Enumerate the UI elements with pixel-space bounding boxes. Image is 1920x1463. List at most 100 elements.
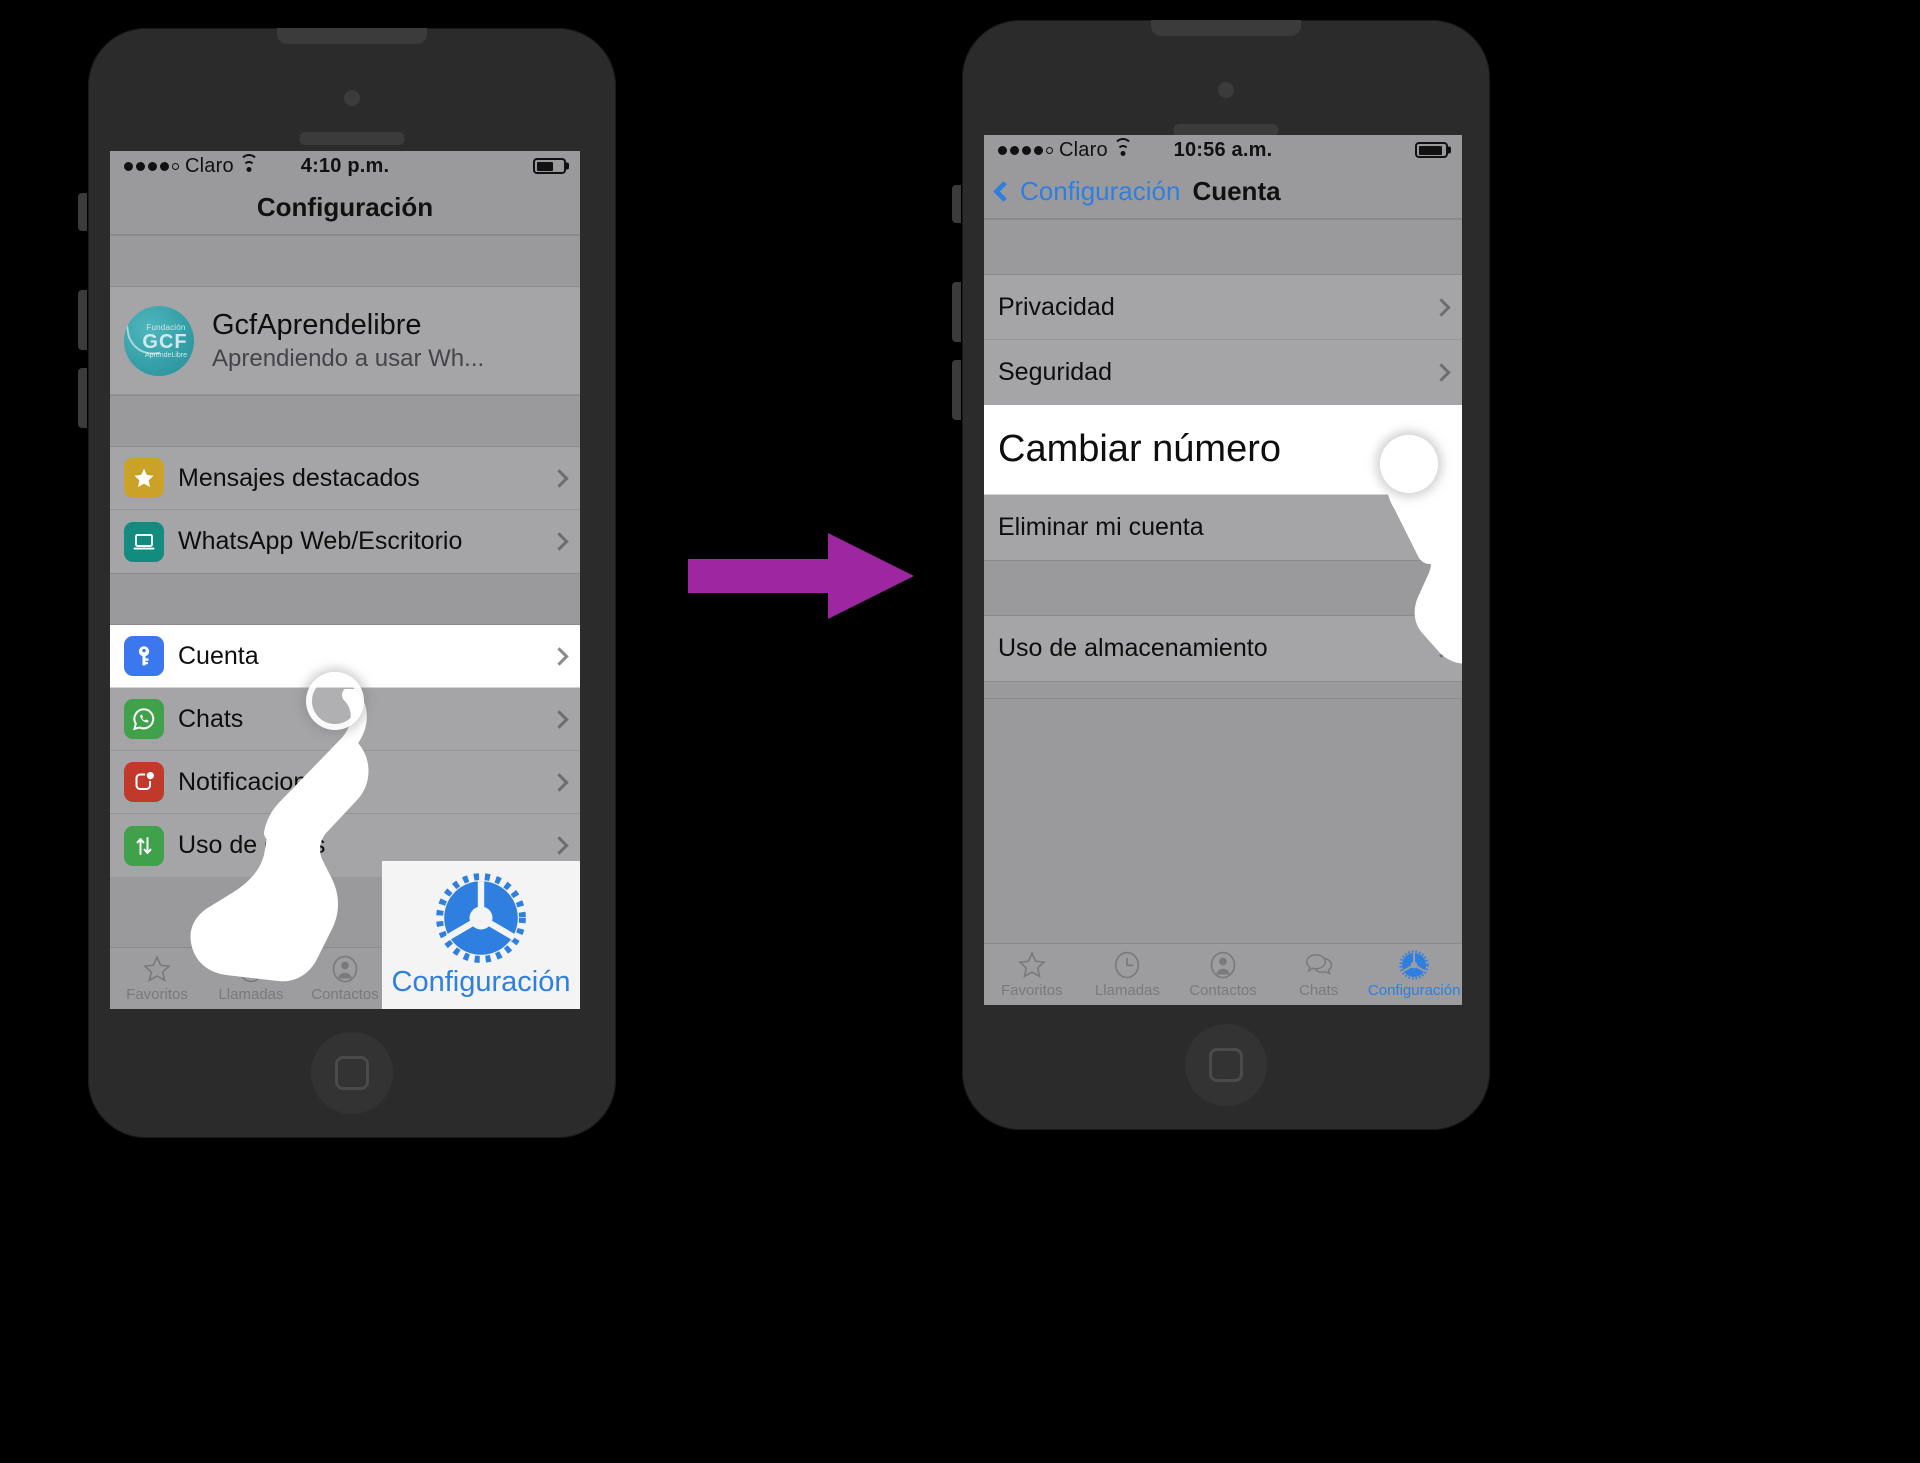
avatar-swoosh-icon	[125, 319, 161, 358]
front-camera-icon	[1218, 82, 1234, 98]
tab-label: Chats	[1298, 982, 1339, 999]
tab-label: Contactos	[311, 986, 379, 1003]
right-phone-side-button-1[interactable]	[952, 185, 961, 223]
callout-label: Configuración	[391, 965, 571, 998]
chevron-right-icon	[550, 532, 569, 551]
tab-llamadas[interactable]: Llamadas	[204, 948, 298, 1009]
configuracion-callout[interactable]: Configuración	[382, 861, 580, 1009]
status-time: 10:56 a.m.	[1173, 138, 1273, 161]
left-phone-side-button-1[interactable]	[78, 193, 87, 231]
menu-item-label: Uso de almacenamiento	[998, 634, 1268, 662]
menu-item-uso-de-almacenamiento[interactable]: Uso de almacenamiento	[984, 616, 1462, 681]
menu-item-notificaciones[interactable]: Notificaciones	[110, 751, 580, 814]
left-phone-side-button-3[interactable]	[78, 368, 87, 428]
chevron-right-icon	[550, 646, 569, 666]
menu-item-whatsapp-web[interactable]: WhatsApp Web/Escritorio	[110, 510, 580, 573]
list-gap-3	[110, 573, 580, 625]
page-title: Configuración	[256, 192, 434, 222]
tab-favoritos[interactable]: Favoritos	[110, 948, 204, 1009]
menu-item-label: Notificaciones	[178, 767, 334, 796]
page-title: Cuenta	[1192, 176, 1281, 206]
right-phone-home-button[interactable]	[1185, 1024, 1267, 1106]
screenshot-canvas: Claro 4:10 p.m. Configuración Fundación …	[0, 0, 1920, 1463]
tab-contactos[interactable]: Contactos	[1175, 944, 1271, 1005]
list-gap-2	[110, 395, 580, 447]
avatar: Fundación GCF AprendeLibre	[124, 305, 194, 376]
right-status-bar: Claro 10:56 a.m.	[984, 135, 1462, 165]
settings-gear-icon	[1399, 950, 1429, 980]
chevron-right-icon	[1432, 297, 1451, 317]
carrier-label: Claro	[1059, 138, 1108, 161]
tab-label: Llamadas	[1094, 982, 1160, 999]
menu-item-label: Cuenta	[178, 641, 259, 670]
right-phone-side-button-3[interactable]	[952, 360, 961, 420]
tap-halo-cambiar-numero	[1380, 435, 1438, 493]
contacts-person-icon	[1208, 950, 1238, 980]
star-outline-icon	[1017, 950, 1047, 980]
tab-label: Favoritos	[1000, 982, 1063, 999]
battery-icon	[533, 158, 566, 174]
right-phone-top-bar	[1151, 20, 1301, 36]
laptop-icon	[124, 521, 164, 562]
carrier-label: Claro	[185, 154, 234, 177]
settings-gear-icon	[435, 872, 527, 964]
menu-item-label: Chats	[178, 704, 244, 733]
earpiece-speaker	[299, 132, 405, 145]
star-icon	[124, 458, 164, 498]
recents-clock-icon	[236, 954, 266, 984]
profile-name: GcfAprendelibre	[212, 309, 422, 342]
tab-label: Llamadas	[218, 986, 284, 1003]
right-status-right	[1415, 142, 1448, 158]
chevron-right-icon	[550, 836, 569, 855]
whatsapp-icon	[124, 699, 164, 739]
left-status-bar: Claro 4:10 p.m.	[110, 151, 580, 181]
left-phone-side-button-2[interactable]	[78, 290, 87, 350]
profile-status: Aprendiendo a usar Wh...	[212, 344, 485, 372]
chats-bubbles-icon	[1304, 950, 1334, 980]
right-navbar: Configuración Cuenta	[984, 165, 1462, 219]
tab-configuracion[interactable]: Configuración	[1366, 944, 1462, 1005]
wifi-icon	[1113, 138, 1133, 157]
tap-halo-cuenta	[306, 672, 364, 730]
right-list-gap-1	[984, 219, 1462, 275]
tab-favoritos[interactable]: Favoritos	[984, 944, 1080, 1005]
right-phone-screen: Claro 10:56 a.m. Configuración Cuenta Pr…	[984, 135, 1462, 1005]
left-navbar: Configuración	[110, 181, 580, 235]
profile-row[interactable]: Fundación GCF AprendeLibre GcfAprendelib…	[110, 287, 580, 395]
chevron-left-icon[interactable]	[992, 180, 1015, 203]
status-time: 4:10 p.m.	[300, 154, 390, 177]
right-status-left: Claro	[998, 138, 1133, 162]
left-phone-top-bar	[277, 28, 427, 44]
right-phone-side-button-2[interactable]	[952, 282, 961, 342]
tab-chats[interactable]: Chats	[1271, 944, 1367, 1005]
chevron-right-icon	[1432, 363, 1451, 382]
key-icon	[124, 636, 164, 676]
chevron-right-icon	[1432, 518, 1451, 537]
list-gap-1	[110, 235, 580, 287]
menu-item-privacidad[interactable]: Privacidad	[984, 275, 1462, 340]
menu-item-label: Uso de datos	[178, 831, 326, 859]
menu-item-seguridad[interactable]: Seguridad	[984, 340, 1462, 405]
right-arrow-icon	[688, 533, 914, 619]
menu-item-mensajes-destacados[interactable]: Mensajes destacados	[110, 447, 580, 510]
left-phone-home-button[interactable]	[311, 1032, 393, 1114]
contacts-person-icon	[330, 954, 360, 984]
tab-contactos[interactable]: Contactos	[298, 948, 392, 1009]
wifi-icon	[239, 154, 259, 173]
chevron-right-icon	[550, 772, 569, 792]
left-menu-group-2: Cuenta Chats Notificaciones Uso de datos	[110, 625, 580, 877]
recents-clock-icon	[1112, 950, 1142, 980]
front-camera-icon	[344, 90, 360, 106]
chevron-right-icon	[550, 468, 569, 488]
tab-label: Contactos	[1189, 982, 1257, 999]
back-button-label[interactable]: Configuración	[1020, 176, 1180, 207]
menu-item-label: Seguridad	[998, 358, 1112, 386]
tab-llamadas[interactable]: Llamadas	[1080, 944, 1176, 1005]
right-menu-group-2: Uso de almacenamiento	[984, 616, 1462, 681]
chevron-right-icon	[550, 709, 569, 729]
tab-label: Favoritos	[126, 986, 188, 1003]
star-outline-icon	[142, 954, 172, 984]
left-status-right	[533, 158, 566, 174]
menu-item-eliminar-mi-cuenta[interactable]: Eliminar mi cuenta	[984, 495, 1462, 560]
signal-strength-icon	[124, 161, 179, 171]
